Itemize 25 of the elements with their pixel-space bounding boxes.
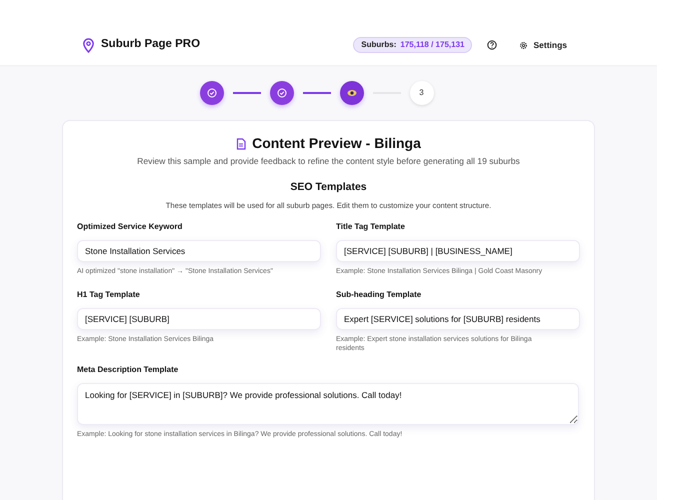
description-textarea[interactable]: Looking for [SERVICE] in [SUBURB]? We provide professional solutions. Call today! (77, 382, 579, 425)
help-icon[interactable] (487, 40, 498, 50)
eye-icon (346, 88, 356, 96)
settings-icon (519, 40, 528, 50)
pending-step: 3 (410, 80, 434, 104)
suburbs-label: Suburbs: (361, 39, 396, 51)
field-label: Optimized Service Keyword (77, 221, 184, 234)
document-icon (236, 138, 246, 150)
input-field[interactable]: [SERVICE] [SUBURB] (77, 308, 321, 330)
settings-button[interactable]: Settings (519, 38, 567, 52)
map-pin-icon (82, 38, 95, 52)
suburbs-count: 175,118 / 175,131 (400, 39, 464, 51)
field-label: Title Tag Template (336, 221, 406, 234)
input-field[interactable]: [SERVICE] [SUBURB] | [BUSINESS_NAME] (336, 240, 580, 262)
check-circle-icon (276, 88, 286, 98)
preview-subtitle: Review this sample and provide feedback to refine the content style before generating all 19 suburbs (136, 155, 521, 168)
check-circle-icon (206, 88, 216, 98)
field-label: Meta Description Template (77, 364, 180, 376)
field-label: Sub-heading Template (336, 289, 422, 302)
app-title: Suburb Page PRO (101, 37, 200, 52)
input-field[interactable]: Expert [SERVICE] solutions for [SUBURB] residents (336, 308, 580, 330)
field-label: H1 Tag Template (77, 289, 141, 302)
input-field[interactable]: Stone Installation Services (77, 240, 321, 262)
preview-title: Content Preview - Bilinga (252, 134, 421, 153)
section-title: SEO Templates (289, 180, 368, 195)
